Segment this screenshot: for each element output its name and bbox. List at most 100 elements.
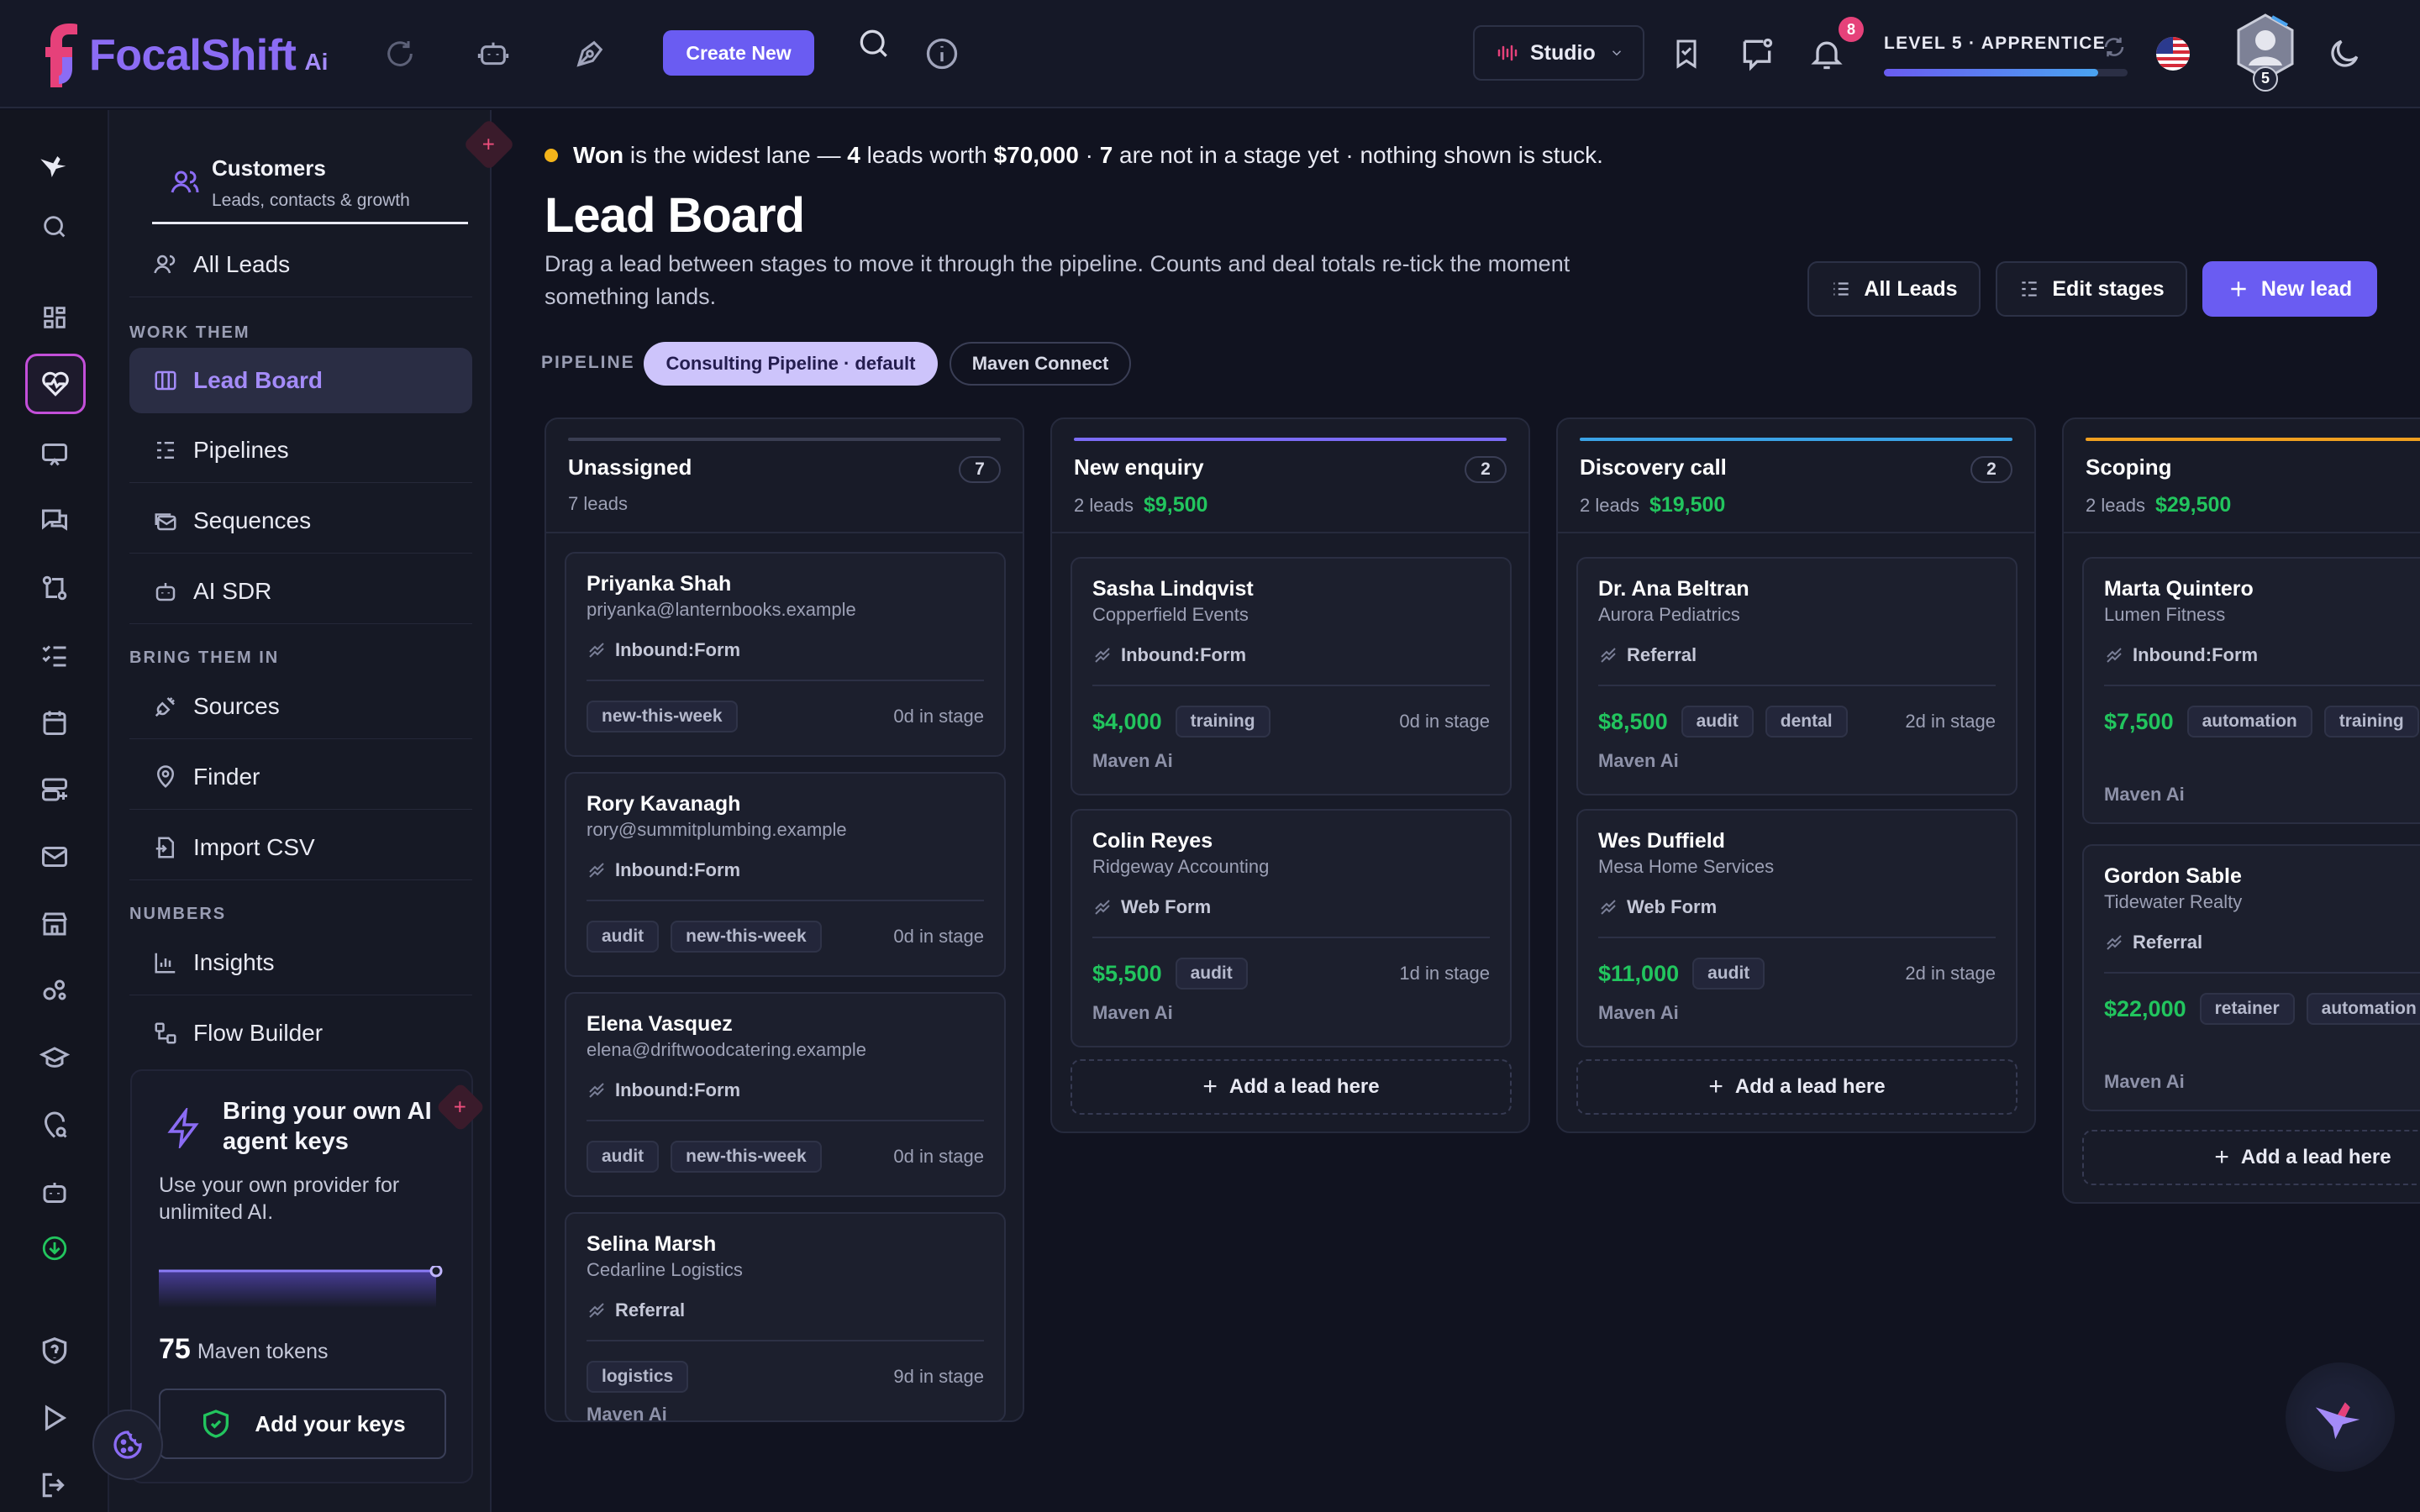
play-icon[interactable] — [34, 1397, 76, 1439]
lead-tag[interactable]: training — [2323, 706, 2419, 738]
info-icon[interactable] — [920, 32, 964, 76]
moon-icon[interactable] — [2323, 32, 2366, 76]
bookmark-check-icon[interactable] — [1665, 32, 1708, 76]
lead-meta-row: audit new-this-week 0d in stage — [587, 920, 984, 953]
lead-tag[interactable]: new-this-week — [587, 701, 738, 732]
lead-card[interactable]: Marta Quintero Lumen Fitness Inbound:Form $… — [2082, 557, 2420, 824]
token-usage-sparkline — [159, 1266, 443, 1308]
bot-icon[interactable] — [471, 32, 515, 76]
close-icon: + — [454, 1094, 467, 1120]
lead-card[interactable]: Wes Duffield Mesa Home Services Web Form $1… — [1576, 809, 2018, 1047]
add-lead-here-button[interactable]: + Add a lead here — [2082, 1130, 2420, 1185]
stage-column-discovery-call[interactable]: Discovery call 2 2 leads $19,500 Dr. Ana Bel… — [1556, 417, 2036, 1133]
store-icon[interactable] — [34, 903, 76, 945]
stage-summary: 2 leads $9,500 — [1074, 493, 1207, 517]
sidebar-item-lead-board[interactable]: Lead Board — [129, 348, 472, 413]
lead-tag[interactable]: new-this-week — [671, 921, 822, 953]
mail-stack-icon — [151, 507, 180, 535]
left-rail — [0, 110, 109, 1512]
stage-column-new-enquiry[interactable]: New enquiry 2 2 leads $9,500 Sasha Lindqvist… — [1050, 417, 1530, 1133]
lead-card[interactable]: Elena Vasquez elena@driftwoodcatering.exa… — [565, 992, 1006, 1197]
mail-icon[interactable] — [34, 836, 76, 878]
sidebar-item-import-csv[interactable]: Import CSV — [129, 815, 472, 880]
shield-help-icon[interactable] — [34, 1330, 76, 1372]
lead-company: Copperfield Events — [1092, 604, 1249, 625]
add-your-keys-label: Add your keys — [255, 1410, 406, 1436]
lead-tag[interactable]: retainer — [2199, 993, 2295, 1025]
refresh-icon[interactable] — [378, 32, 422, 76]
close-icon: + — [482, 131, 496, 157]
lead-source: Inbound:Form — [587, 639, 740, 661]
dashboard-icon[interactable] — [34, 297, 76, 339]
lead-source-label: Inbound:Form — [615, 639, 741, 660]
sidebar-item-pipelines[interactable]: Pipelines — [129, 417, 472, 483]
studio-selector[interactable]: Studio — [1473, 25, 1644, 81]
sidebar-item-flow-builder[interactable]: Flow Builder — [129, 1000, 472, 1066]
server-plus-icon[interactable] — [34, 769, 76, 811]
pen-tool-icon[interactable] — [568, 32, 612, 76]
heart-pulse-icon[interactable] — [25, 354, 86, 414]
search-icon[interactable] — [852, 22, 896, 66]
lead-tag[interactable]: audit — [1681, 706, 1754, 738]
sidebar-item-sequences[interactable]: Sequences — [129, 488, 472, 554]
lead-tag[interactable]: automation — [2306, 993, 2420, 1025]
lead-card[interactable]: Priyanka Shah priyanka@lanternbooks.examp… — [565, 552, 1006, 757]
sidebar-item-all-leads[interactable]: All Leads — [129, 232, 472, 297]
bot-icon[interactable] — [34, 1172, 76, 1214]
lead-tag[interactable]: audit — [587, 1141, 660, 1173]
sidebar-item-finder[interactable]: Finder — [129, 744, 472, 810]
add-your-keys-button[interactable]: Add your keys — [159, 1389, 446, 1459]
add-lead-here-button[interactable]: + Add a lead here — [1576, 1059, 2018, 1115]
messages-icon[interactable] — [34, 500, 76, 542]
cookie-settings-button[interactable] — [92, 1410, 163, 1480]
lead-tag[interactable]: training — [1175, 706, 1270, 738]
lead-tag[interactable]: audit — [1692, 958, 1765, 990]
create-new-button[interactable]: Create New — [663, 30, 814, 76]
sidebar-item-sources[interactable]: Sources — [129, 674, 472, 739]
new-lead-button[interactable]: New lead — [2202, 261, 2377, 317]
download-circle-icon[interactable] — [34, 1227, 76, 1269]
lead-card[interactable]: Rory Kavanagh rory@summitplumbing.example… — [565, 772, 1006, 977]
hummingbird-icon — [2315, 1402, 2360, 1440]
notification-count-badge: 8 — [1839, 17, 1864, 42]
map-search-icon[interactable] — [34, 1105, 76, 1147]
lead-tag[interactable]: new-this-week — [671, 1141, 822, 1173]
all-leads-button[interactable]: All Leads — [1807, 261, 1981, 317]
pipeline-tab-maven-connect[interactable]: Maven Connect — [950, 342, 1131, 386]
sync-icon[interactable] — [2092, 25, 2136, 69]
lead-tag[interactable]: automation — [2186, 706, 2312, 738]
logout-icon[interactable] — [34, 1464, 76, 1506]
lead-tag[interactable]: dental — [1765, 706, 1848, 738]
stage-column-scoping[interactable]: Scoping 2 leads $29,500 Marta Quintero Lumen… — [2062, 417, 2420, 1204]
assistant-fab[interactable] — [2286, 1362, 2395, 1472]
search-icon[interactable] — [34, 206, 76, 248]
lead-card[interactable]: Selina Marsh Cedarline Logistics Referral l… — [565, 1212, 1006, 1425]
sidebar-item-ai-sdr[interactable]: AI SDR — [129, 559, 472, 624]
add-lead-here-button[interactable]: + Add a lead here — [1071, 1059, 1512, 1115]
lead-tag[interactable]: audit — [587, 921, 660, 953]
card-divider — [2104, 685, 2420, 686]
pipeline-tab-consulting[interactable]: Consulting Pipeline · default — [644, 342, 938, 386]
sidebar-item-insights[interactable]: Insights — [129, 930, 472, 995]
git-compare-icon[interactable] — [34, 567, 76, 609]
app-logo[interactable]: FocalShift Ai — [44, 20, 328, 91]
lead-card[interactable]: Colin Reyes Ridgeway Accounting Web Form $5… — [1071, 809, 1512, 1047]
lead-card[interactable]: Dr. Ana Beltran Aurora Pediatrics Referral… — [1576, 557, 2018, 795]
graduation-cap-icon[interactable] — [34, 1037, 76, 1079]
stage-column-unassigned[interactable]: Unassigned 7 7 leads Priyanka Shah priyanka@… — [544, 417, 1024, 1425]
chat-icon[interactable] — [1735, 32, 1779, 76]
users-group-icon[interactable] — [34, 970, 76, 1012]
lead-source: Inbound:Form — [1092, 644, 1246, 666]
presentation-icon[interactable] — [34, 433, 76, 475]
lead-tag[interactable]: audit — [1175, 958, 1248, 990]
lead-card[interactable]: Sasha Lindqvist Copperfield Events Inbound… — [1071, 557, 1512, 795]
lead-tag[interactable]: logistics — [587, 1361, 689, 1393]
avatar[interactable]: 5 — [2232, 12, 2299, 96]
lead-card[interactable]: Gordon Sable Tidewater Realty Referral $22,… — [2082, 844, 2420, 1111]
hummingbird-icon[interactable] — [34, 144, 76, 186]
calendar-icon[interactable] — [34, 701, 76, 743]
new-lead-label: New lead — [2260, 276, 2353, 301]
checklist-icon[interactable] — [34, 634, 76, 676]
edit-stages-button[interactable]: Edit stages — [1996, 261, 2187, 317]
us-flag-icon[interactable] — [2151, 32, 2195, 76]
